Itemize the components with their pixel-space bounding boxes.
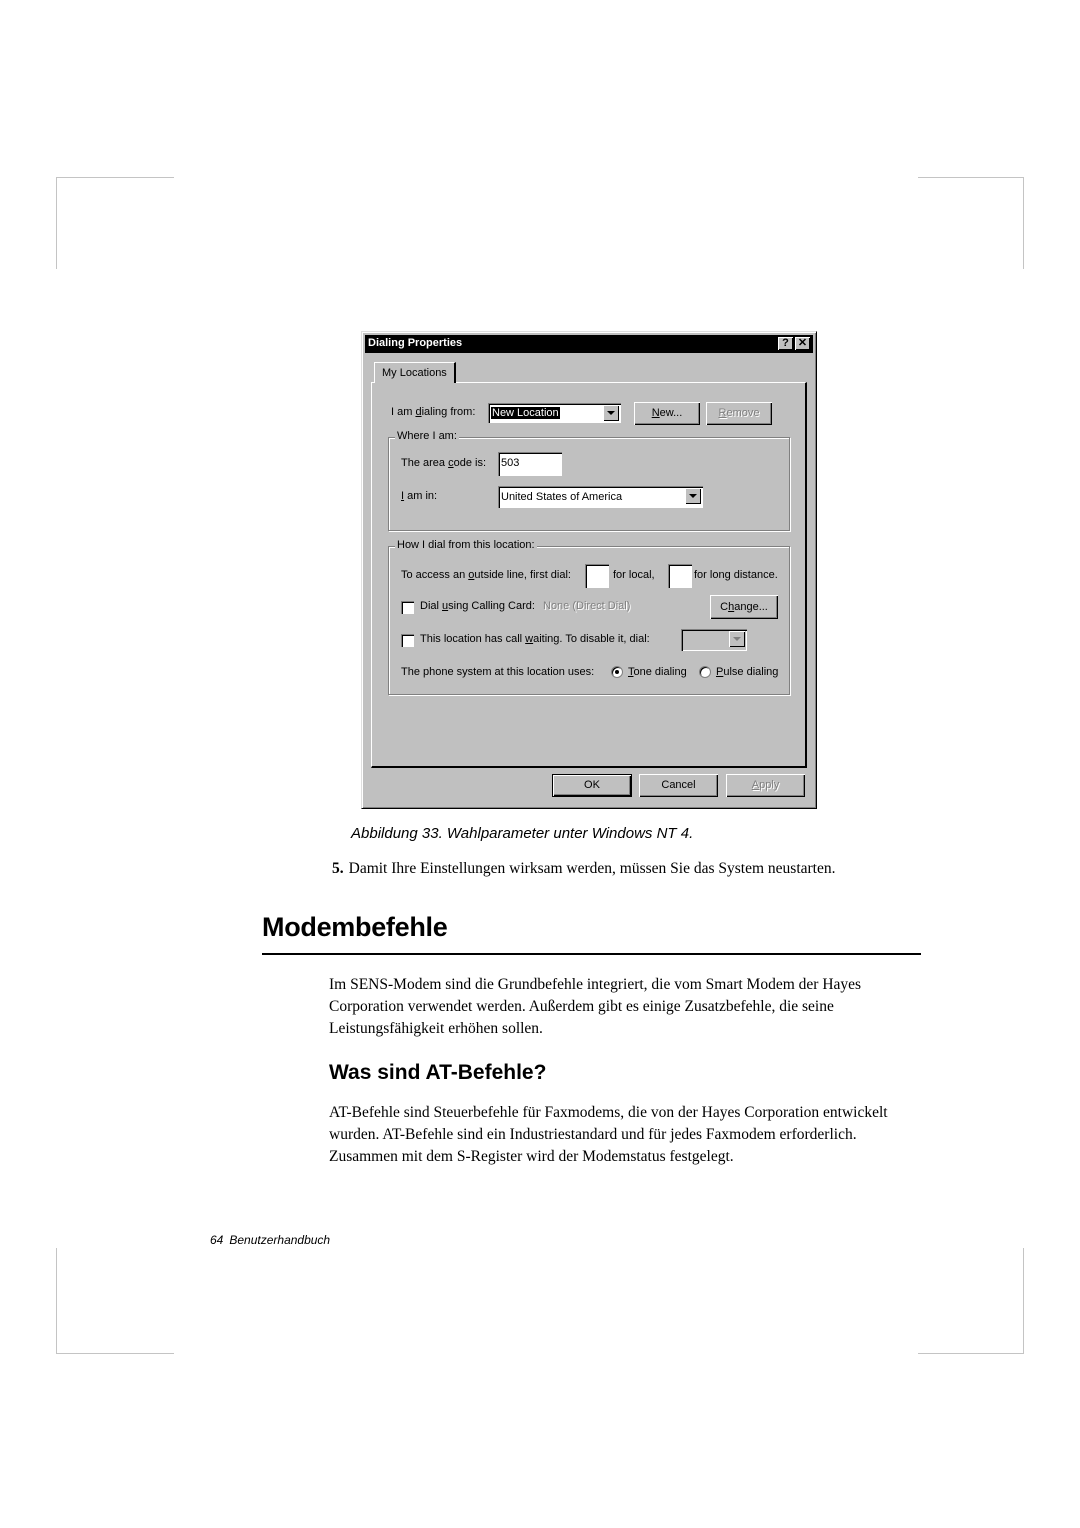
apply-button[interactable]: Apply xyxy=(726,774,805,797)
manual-title: Benutzerhandbuch xyxy=(229,1233,331,1247)
close-button[interactable]: ✕ xyxy=(795,337,810,350)
country-label: I am in: xyxy=(401,490,438,502)
remove-location-button[interactable]: Remove xyxy=(706,402,772,425)
tone-dialing-label: Tone dialing xyxy=(628,666,687,678)
figure-caption: Abbildung 33. Wahlparameter unter Window… xyxy=(351,825,694,842)
location-value: New Location xyxy=(491,407,560,419)
pulse-dialing-radio[interactable] xyxy=(699,666,711,678)
chevron-down-icon[interactable] xyxy=(729,631,745,647)
crop-mark-bottom-right-v xyxy=(1023,1248,1024,1354)
at-commands-paragraph: AT-Befehle sind Steuerbefehle für Faxmod… xyxy=(329,1104,888,1165)
call-waiting-label: This location has call waiting. To disab… xyxy=(420,633,650,645)
how-i-dial-group: How I dial from this location: To access… xyxy=(388,539,790,695)
area-code-input[interactable]: 503 xyxy=(498,452,562,476)
crop-mark-top-left-v xyxy=(56,177,57,269)
change-calling-card-button[interactable]: Change... xyxy=(710,595,778,619)
step-5: 5. Damit Ihre Einstellungen wirksam werde… xyxy=(332,860,835,878)
crop-mark-bottom-left-h xyxy=(56,1353,174,1354)
dialog-title: Dialing Properties xyxy=(368,337,463,349)
help-button[interactable]: ? xyxy=(778,337,793,350)
calling-card-checkbox[interactable] xyxy=(401,601,414,614)
title-bar: Dialing Properties ? ✕ xyxy=(365,335,813,353)
crop-mark-bottom-left-v xyxy=(56,1248,57,1354)
crop-mark-top-right-h xyxy=(918,177,1024,178)
pulse-dialing-label: Pulse dialing xyxy=(716,666,779,678)
dialing-from-label: I am dialing from: xyxy=(391,406,476,418)
country-value: United States of America xyxy=(501,491,623,503)
heading-rule xyxy=(262,953,921,955)
where-i-am-title: Where I am: xyxy=(395,430,459,442)
crop-mark-top-right-v xyxy=(1023,177,1024,269)
calling-card-value: None (Direct Dial) xyxy=(543,600,631,612)
where-i-am-group: Where I am: The area code is: 503 I am i… xyxy=(388,430,790,531)
phone-system-label: The phone system at this location uses: xyxy=(401,666,595,678)
tab-my-locations[interactable]: My Locations xyxy=(374,362,456,383)
for-long-distance-label: for long distance. xyxy=(694,569,778,581)
local-prefix-input[interactable] xyxy=(585,564,609,588)
outside-line-label: To access an outside line, first dial: xyxy=(401,569,571,581)
page-footer: 64 Benutzerhandbuch xyxy=(210,1233,330,1247)
step-number: 5. xyxy=(332,860,344,877)
intro-paragraph: Im SENS-Modem sind die Grundbefehle inte… xyxy=(329,976,862,1037)
location-dropdown[interactable]: New Location xyxy=(488,403,621,423)
close-icon: ✕ xyxy=(797,337,808,349)
call-waiting-code-dropdown[interactable] xyxy=(681,629,747,651)
chevron-down-icon[interactable] xyxy=(685,488,701,504)
crop-mark-top-left-h xyxy=(56,177,174,178)
crop-mark-bottom-right-h xyxy=(918,1353,1024,1354)
country-dropdown[interactable]: United States of America xyxy=(498,486,703,508)
step-text: Damit Ihre Einstellungen wirksam werden,… xyxy=(348,860,836,877)
tab-panel: I am dialing from: New Location New... R… xyxy=(371,382,807,768)
how-i-dial-title: How I dial from this location: xyxy=(395,539,537,551)
page-number: 64 xyxy=(210,1233,224,1247)
call-waiting-checkbox[interactable] xyxy=(401,634,414,647)
calling-card-label: Dial using Calling Card: xyxy=(420,600,535,612)
new-location-button[interactable]: New... xyxy=(634,402,700,425)
cancel-button[interactable]: Cancel xyxy=(639,774,718,797)
section-heading: Modembefehle xyxy=(262,912,448,942)
area-code-label: The area code is: xyxy=(401,457,487,469)
ok-button[interactable]: OK xyxy=(552,774,632,797)
chevron-down-icon[interactable] xyxy=(603,405,619,421)
help-icon: ? xyxy=(782,337,789,349)
subsection-heading: Was sind AT-Befehle? xyxy=(329,1061,547,1084)
long-distance-prefix-input[interactable] xyxy=(668,564,692,588)
tone-dialing-radio[interactable] xyxy=(611,666,623,678)
dialing-properties-dialog: Dialing Properties ? ✕ My Locations I am… xyxy=(361,331,817,809)
for-local-label: for local, xyxy=(613,569,655,581)
